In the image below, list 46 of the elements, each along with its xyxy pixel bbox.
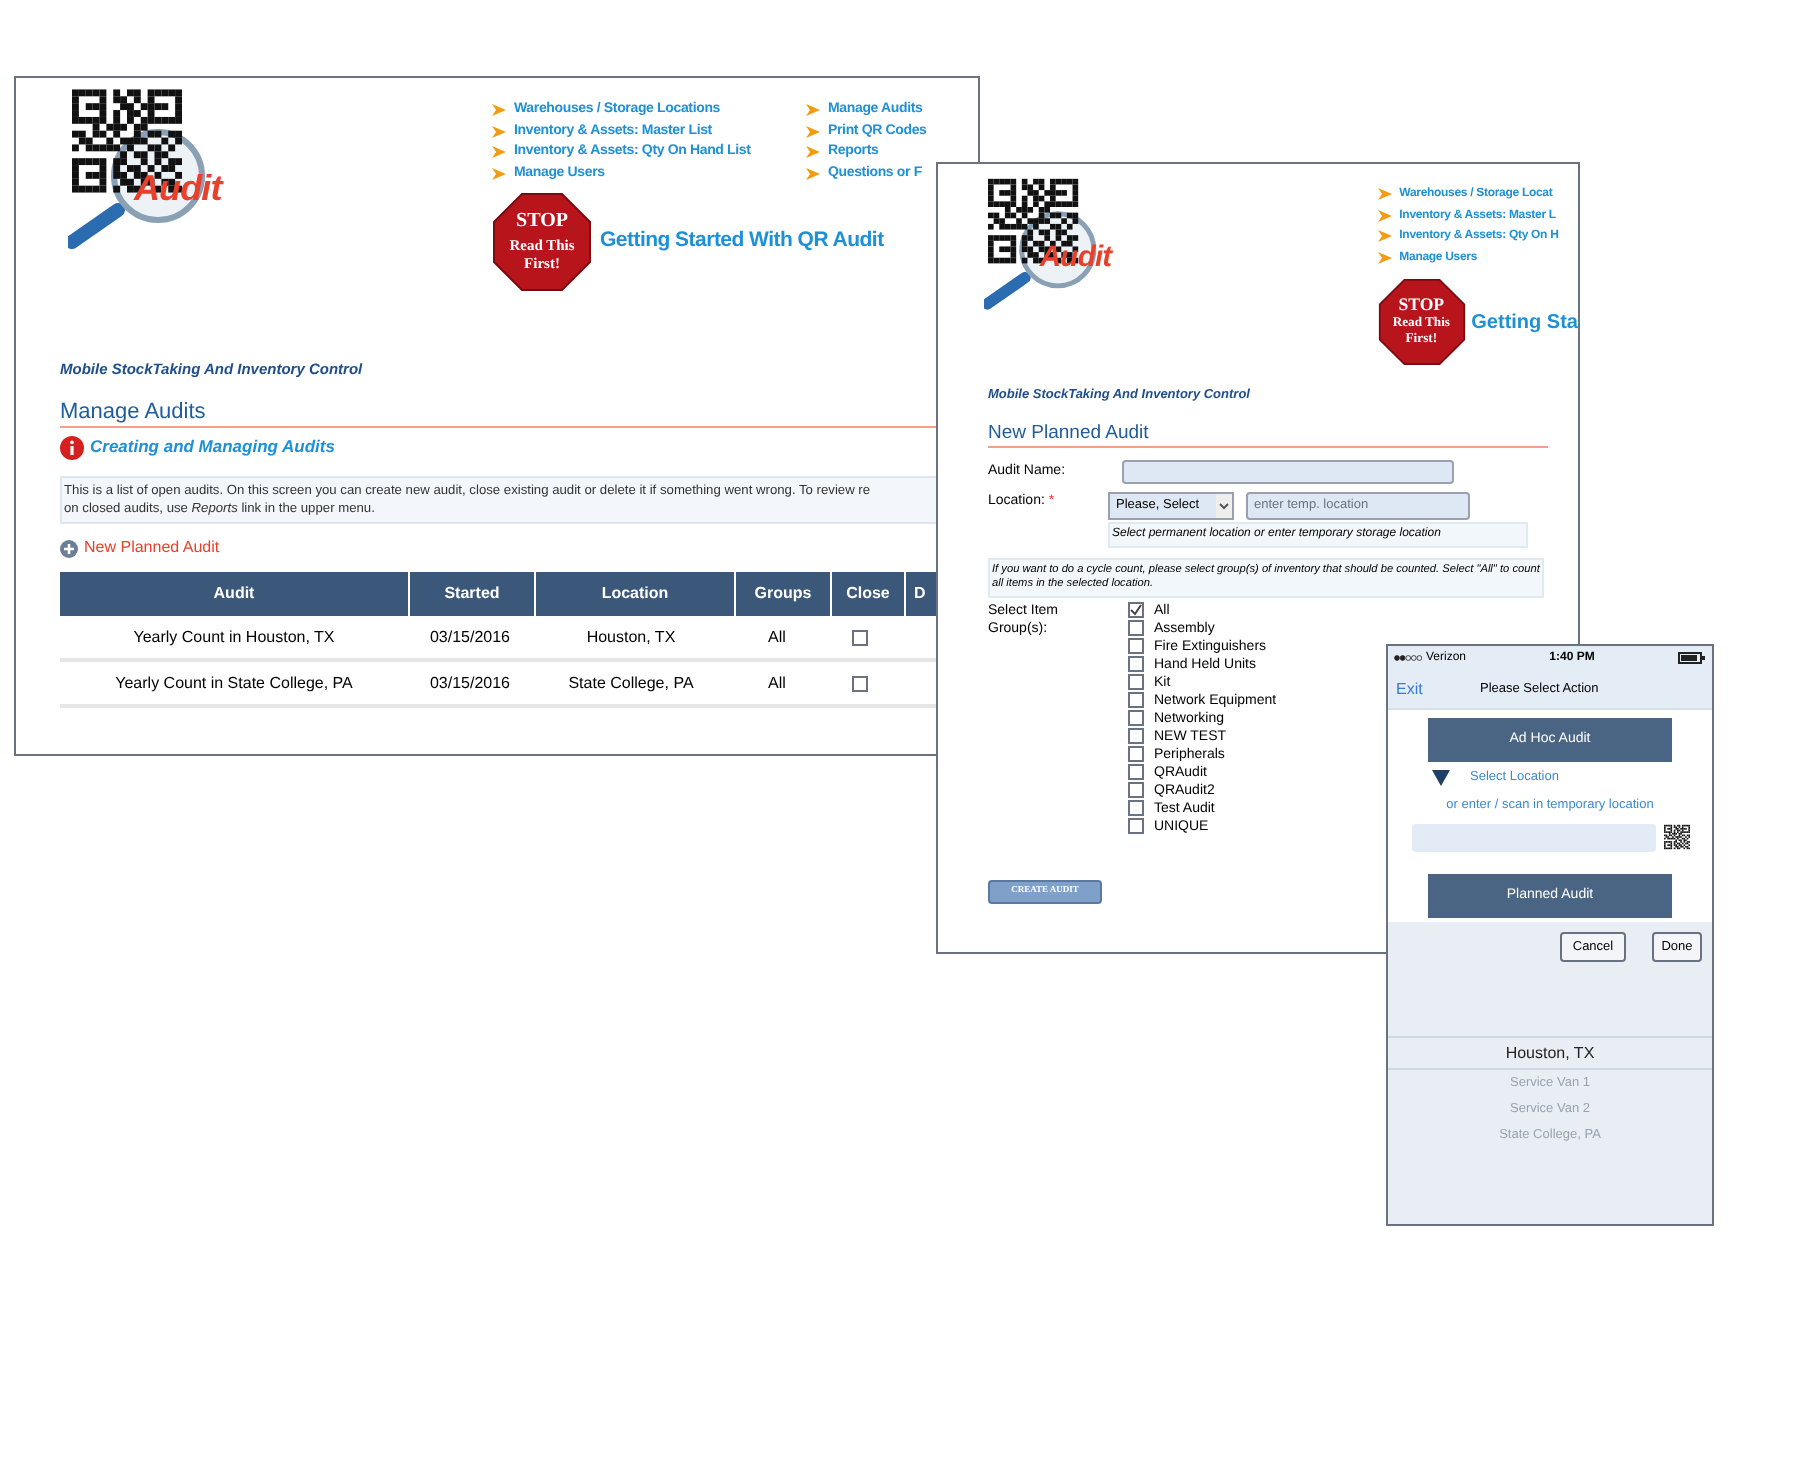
checkbox[interactable] <box>1128 692 1144 709</box>
temporary-location-field[interactable] <box>1411 823 1655 851</box>
checkbox[interactable] <box>1128 656 1144 673</box>
checkbox[interactable] <box>1128 602 1144 619</box>
table-cell: Yearly Count in State College, PA <box>115 673 353 691</box>
getting-started-link[interactable]: Getting Started With QR Audit <box>600 226 884 258</box>
qr-code-icon <box>1663 824 1689 850</box>
checkbox[interactable] <box>1128 818 1144 835</box>
column-header: Close <box>832 572 904 616</box>
audit-name-field[interactable] <box>1122 460 1454 485</box>
logo-text: Audit <box>134 170 222 206</box>
column-header: Started <box>410 572 534 616</box>
column-header: Location <box>536 572 734 616</box>
checkbox[interactable] <box>1128 782 1144 799</box>
table-cell: Yearly Count in Houston, TX <box>133 627 335 645</box>
table-cell: All <box>768 673 786 691</box>
checkbox[interactable] <box>1128 674 1144 691</box>
table-cell: All <box>768 627 786 645</box>
picker-option[interactable]: Houston, TX <box>1388 1038 1712 1070</box>
checkbox[interactable] <box>1128 764 1144 781</box>
checkbox[interactable] <box>1128 710 1144 727</box>
triangle-down-icon <box>1432 769 1450 786</box>
column-header: Audit <box>60 572 408 616</box>
checkbox[interactable] <box>852 675 868 691</box>
checkbox[interactable] <box>1128 746 1144 763</box>
battery-icon <box>1677 652 1706 664</box>
getting-started-link[interactable]: Getting Sta <box>1471 307 1578 337</box>
logo-text: Audit <box>1039 244 1112 275</box>
checkbox[interactable] <box>1128 620 1144 637</box>
new-planned-audit-link[interactable]: New Planned Audit <box>84 536 220 560</box>
caret-icon <box>1216 493 1232 518</box>
add-icon <box>60 539 78 557</box>
exit-button[interactable]: Exit <box>1396 677 1480 701</box>
checkbox[interactable] <box>852 629 868 645</box>
checkbox[interactable] <box>1128 728 1144 745</box>
checkbox[interactable] <box>1128 638 1144 655</box>
column-header: Groups <box>736 572 830 616</box>
signal-icon <box>1394 654 1422 662</box>
help-link[interactable]: Creating and Managing Audits <box>90 434 335 460</box>
info-icon <box>60 435 84 460</box>
table-cell: State College, PA <box>568 673 694 691</box>
table-cell: 03/15/2016 <box>429 673 511 691</box>
table-cell: Houston, TX <box>586 627 676 645</box>
page-title: New Planned Audit <box>988 421 1548 448</box>
table-cell: 03/15/2016 <box>429 627 511 645</box>
checkbox[interactable] <box>1128 800 1144 817</box>
